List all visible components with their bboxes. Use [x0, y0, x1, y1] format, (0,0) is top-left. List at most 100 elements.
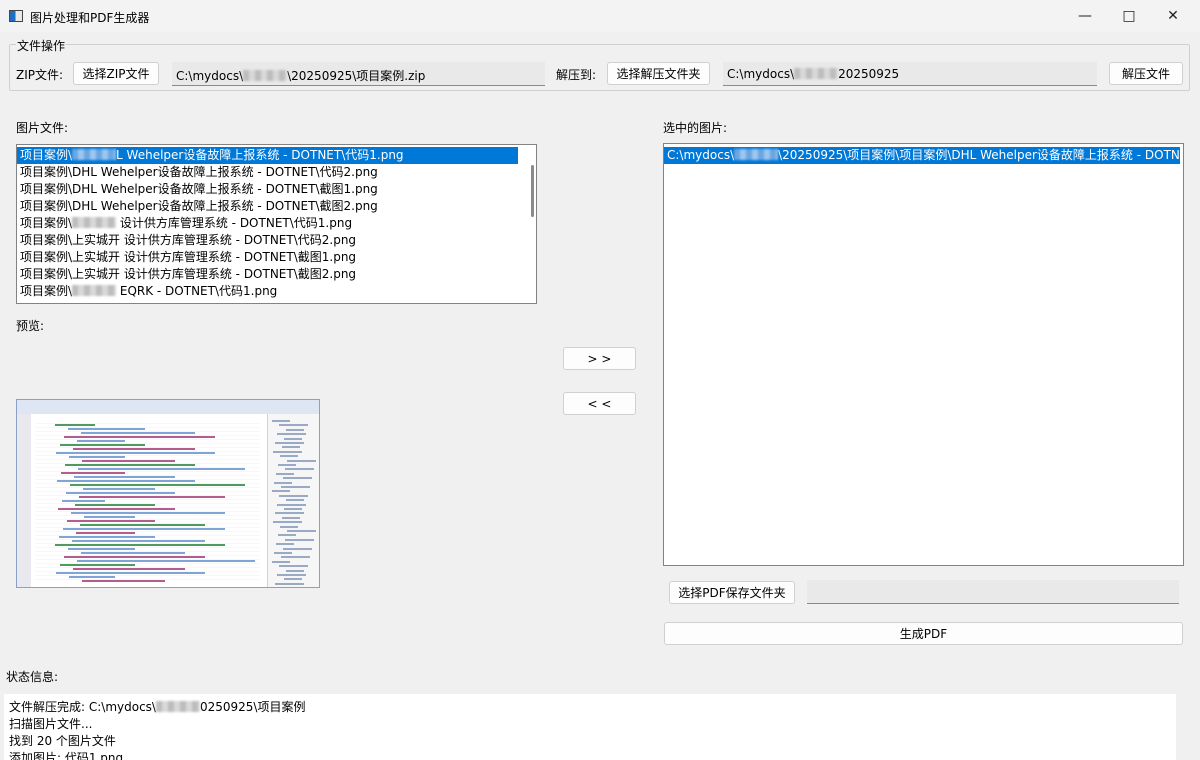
preview-tree-line [284, 508, 302, 510]
list-item[interactable]: 项目案例\ EQRK - DOTNET\代码1.png [17, 283, 536, 300]
image-files-label: 图片文件: [16, 121, 69, 135]
preview-code-line [66, 492, 175, 494]
preview-image [16, 399, 320, 588]
preview-tree-line [276, 472, 294, 475]
list-item[interactable]: 项目案例\ L Wehelper设备故障上报系统 - DOTNET\代码1.png [17, 147, 518, 164]
window-title: 图片处理和PDF生成器 [30, 11, 150, 25]
choose-zip-button[interactable]: 选择ZIP文件 [73, 62, 159, 85]
selected-images-label: 选中的图片: [663, 121, 728, 135]
preview-tree-line [274, 552, 292, 554]
list-item[interactable]: 项目案例\上实城开 设计供方库管理系统 - DOTNET\代码2.png [17, 232, 536, 249]
item-text-start: 项目案例\ [20, 216, 73, 230]
preview-code-line [70, 484, 245, 486]
preview-code-line [80, 524, 205, 526]
preview-code-line [77, 440, 125, 442]
preview-code-line [60, 444, 145, 446]
status-line: 找到 20 个图片文件 [9, 733, 1171, 750]
list-item[interactable]: 项目案例\DHL Wehelper设备故障上报系统 - DOTNET\代码2.p… [17, 164, 536, 181]
preview-code-line [73, 448, 195, 450]
preview-code-line [68, 548, 135, 550]
list-item[interactable]: 项目案例\DHL Wehelper设备故障上报系统 - DOTNET\截图1.p… [17, 181, 536, 198]
generate-pdf-button[interactable]: 生成PDF [664, 622, 1183, 645]
item-text-start: 添加图片: 代码1.png [9, 751, 124, 760]
item-text-start: 文件解压完成: C:\mydocs\ [9, 700, 156, 714]
zip-path-field[interactable]: C:\mydocs\ \20250925\项目案例.zip [172, 62, 545, 86]
preview-tree-line [274, 481, 292, 484]
file-ops-group-title: 文件操作 [16, 37, 67, 54]
preview-tree-line [283, 547, 312, 550]
status-line: 扫描图片文件... [9, 716, 1171, 733]
redacted-mask [794, 68, 839, 79]
list-item[interactable]: C:\mydocs\ \20250925\项目案例\项目案例\DHL Wehelp… [664, 147, 1180, 164]
preview-tree-line [286, 569, 304, 572]
preview-tree-line [276, 543, 294, 546]
maximize-icon[interactable]: □ [1106, 0, 1152, 32]
preview-code-line [74, 476, 175, 478]
preview-tree-line [287, 530, 316, 532]
preview-code-line [69, 576, 115, 578]
preview-tree-line [279, 494, 308, 497]
preview-code-line [62, 500, 105, 502]
preview-tree-line [281, 556, 310, 559]
preview-tree-line [272, 560, 290, 563]
preview-code-line [61, 472, 125, 474]
extract-button[interactable]: 解压文件 [1109, 62, 1183, 85]
add-to-selected-button[interactable]: > > [563, 347, 636, 370]
item-text-end: \20250925\项目案例\项目案例\DHL Wehelper设备故障上报系统… [778, 148, 1180, 162]
preview-tree-line [280, 455, 298, 458]
pdf-folder-field[interactable] [807, 580, 1179, 604]
list-item[interactable]: 项目案例\上实城开 设计供方库管理系统 - DOTNET\截图2.png [17, 266, 536, 283]
list-item[interactable]: 项目案例\DHL Wehelper设备故障上报系统 - DOTNET\截图2.p… [17, 198, 536, 215]
remove-from-selected-button[interactable]: < < [563, 392, 636, 415]
status-log[interactable]: 文件解压完成: C:\mydocs\ 0250925\项目案例扫描图片文件... 找… [4, 694, 1176, 760]
item-text-end: 0250925\项目案例 [199, 700, 306, 714]
preview-label: 预览: [16, 319, 45, 333]
list-item[interactable]: 项目案例\上实城开 设计供方库管理系统 - DOTNET\截图1.png [17, 249, 536, 266]
preview-code-line [55, 544, 225, 546]
preview-code-line [57, 480, 195, 482]
image-file-list[interactable]: 项目案例\ L Wehelper设备故障上报系统 - DOTNET\代码1.png… [16, 144, 537, 304]
preview-tree-line [279, 565, 308, 568]
preview-code-line [78, 468, 245, 470]
preview-tree-line [275, 442, 304, 444]
extract-path-field[interactable]: C:\mydocs\ 20250925 [723, 62, 1097, 86]
preview-code-line [56, 572, 205, 574]
preview-tree-line [282, 516, 300, 519]
preview-code-line [81, 552, 185, 554]
preview-code-line [77, 560, 255, 562]
preview-code-line [71, 512, 225, 514]
list-item[interactable]: 项目案例\ 设计供方库管理系统 - DOTNET\代码1.png [17, 215, 536, 232]
preview-tree-line [285, 468, 314, 471]
preview-code-line [58, 508, 175, 510]
preview-code-line [63, 528, 225, 530]
extract-to-label: 解压到: [556, 68, 597, 82]
preview-code-line [81, 432, 195, 434]
preview-code-line [82, 580, 165, 582]
preview-tree-line [281, 486, 310, 488]
preview-tree-line [277, 503, 306, 506]
redacted-mask [72, 149, 117, 160]
preview-tree-line [277, 574, 306, 576]
preview-code-line [67, 520, 155, 522]
preview-code-line [75, 504, 155, 506]
preview-code-line [55, 424, 95, 426]
status-line: 文件解压完成: C:\mydocs\ 0250925\项目案例 [9, 699, 1171, 716]
list-scrollbar[interactable] [531, 165, 534, 217]
selected-image-list[interactable]: C:\mydocs\ \20250925\项目案例\项目案例\DHL Wehelp… [663, 143, 1184, 566]
close-icon[interactable]: ✕ [1150, 0, 1196, 32]
title-bar [0, 0, 1200, 32]
preview-tree-line [280, 525, 298, 528]
item-text-start: 扫描图片文件... [9, 717, 93, 731]
choose-pdf-folder-button[interactable]: 选择PDF保存文件夹 [669, 581, 795, 604]
preview-tree-line [278, 464, 296, 466]
preview-tree-line [283, 477, 312, 480]
item-text-start: 项目案例\上实城开 设计供方库管理系统 - DOTNET\代码2.png [20, 233, 357, 247]
choose-extract-folder-button[interactable]: 选择解压文件夹 [607, 62, 710, 85]
preview-tree-line [275, 512, 304, 515]
redacted-mask [243, 70, 288, 81]
minimize-icon[interactable]: — [1062, 0, 1108, 32]
item-text-start: 项目案例\DHL Wehelper设备故障上报系统 - DOTNET\截图2.p… [20, 199, 378, 213]
zip-path-prefix: C:\mydocs\ [176, 69, 244, 83]
preview-code-line [64, 556, 205, 558]
item-text-start: C:\mydocs\ [667, 148, 735, 162]
